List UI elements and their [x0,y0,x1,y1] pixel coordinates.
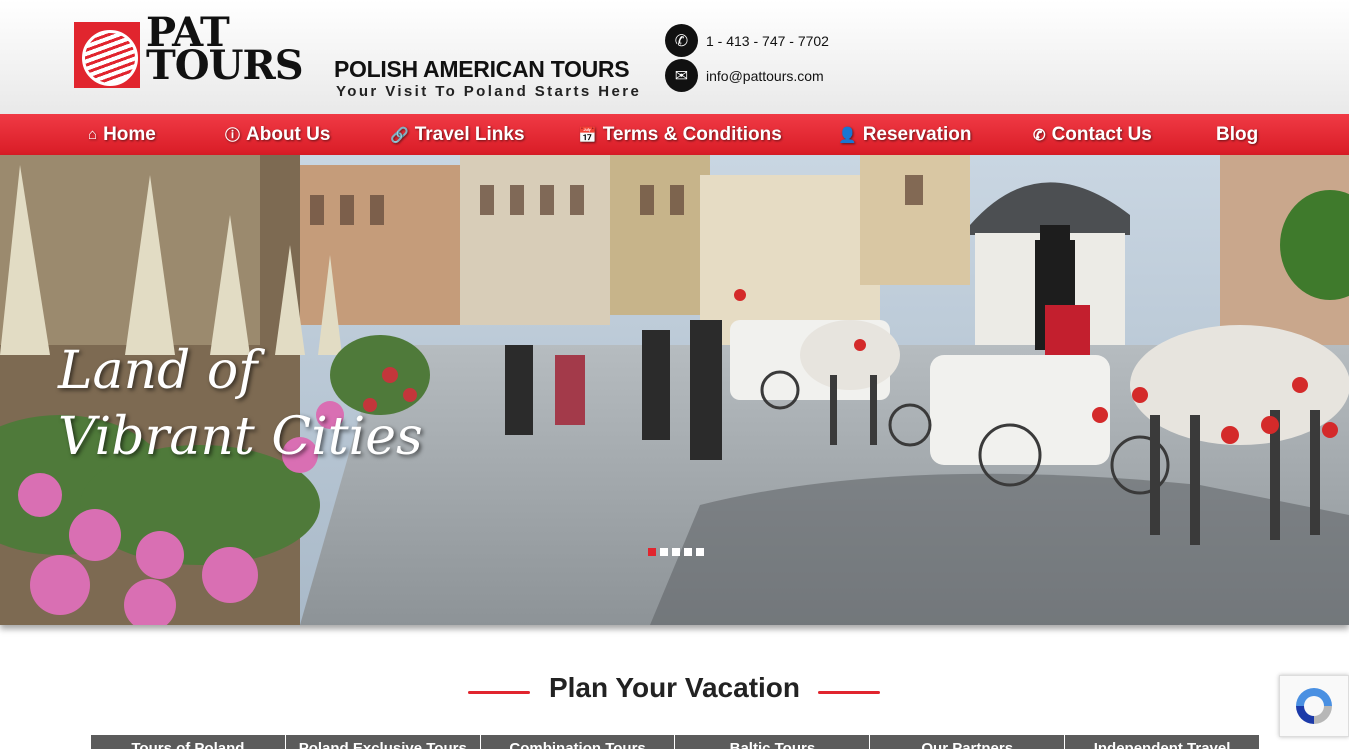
phone-icon: ✆ [665,24,698,57]
hero-caption-line1: Land of [58,341,258,401]
main-nav: ⌂ Home ⓘ About Us 🔗 Travel Links 📅 Terms… [0,114,1349,155]
logo-text: PAT TOURS [146,13,304,89]
nav-item-reservation[interactable]: 👤 Reservation [838,114,971,155]
brand-name: POLISH AMERICAN TOURS [334,56,630,82]
nav-item-about-us[interactable]: ⓘ About Us [225,114,330,155]
site-header: PAT TOURS POLISH AMERICAN TOURS Your Vis… [0,0,1349,114]
nav-item-label: Travel Links [414,123,525,145]
nav-item-blog[interactable]: Blog [1216,114,1258,155]
home-icon: ⌂ [88,126,98,143]
brand-tagline: Your Visit To Poland Starts Here [336,83,642,100]
recaptcha-icon [1296,688,1332,724]
tab-baltic-tours[interactable]: Baltic Tours [675,735,870,749]
logo-text-line2: TOURS [146,42,304,89]
phone-number[interactable]: 1 - 413 - 747 - 7702 [706,33,829,49]
phone-contact[interactable]: ✆ 1 - 413 - 747 - 7702 [665,24,829,57]
recaptcha-badge[interactable] [1279,675,1349,737]
nav-item-label: Terms & Conditions [602,123,782,145]
nav-item-home[interactable]: ⌂ Home [88,114,156,155]
hero-slider[interactable]: Land of Vibrant Cities [0,155,1349,625]
info-icon: ⓘ [225,127,241,144]
calendar-icon: 📅 [578,126,597,144]
tab-tours-of-poland[interactable]: Tours of Poland [91,735,285,749]
pat-tours-logo[interactable]: PAT TOURS [74,13,306,88]
nav-item-terms[interactable]: 📅 Terms & Conditions [578,114,782,155]
vacation-tabs: Tours of Poland Poland Exclusive Tours C… [91,735,1259,749]
phone-icon: ✆ [1033,126,1046,144]
logo-globe-icon [74,22,140,88]
nav-item-contact-us[interactable]: ✆ Contact Us [1033,114,1152,155]
slider-dot[interactable] [672,548,680,556]
tab-poland-exclusive-tours[interactable]: Poland Exclusive Tours [285,735,480,749]
slider-dot[interactable] [648,548,656,556]
title-divider-right [818,691,880,694]
hero-caption: Land of Vibrant Cities [58,338,423,470]
nav-item-label: Home [103,123,156,145]
nav-item-label: Contact Us [1051,123,1152,145]
email-address[interactable]: info@pattours.com [706,68,824,84]
email-contact[interactable]: ✉ info@pattours.com [665,59,824,92]
nav-item-label: About Us [246,123,331,145]
hero-caption-line2: Vibrant Cities [58,407,423,467]
tab-combination-tours[interactable]: Combination Tours [480,735,675,749]
section-title: Plan Your Vacation [548,672,801,703]
slider-dot[interactable] [696,548,704,556]
link-icon: 🔗 [390,126,409,144]
slider-dot[interactable] [684,548,692,556]
nav-item-label: Reservation [862,123,972,145]
nav-item-label: Blog [1216,123,1259,145]
tab-our-partners[interactable]: Our Partners [870,735,1065,749]
envelope-icon: ✉ [665,59,698,92]
user-check-icon: 👤 [838,126,857,144]
slider-dots [648,548,704,556]
tab-independent-travel[interactable]: Independent Travel [1065,735,1259,749]
nav-item-travel-links[interactable]: 🔗 Travel Links [390,114,525,155]
slider-dot[interactable] [660,548,668,556]
